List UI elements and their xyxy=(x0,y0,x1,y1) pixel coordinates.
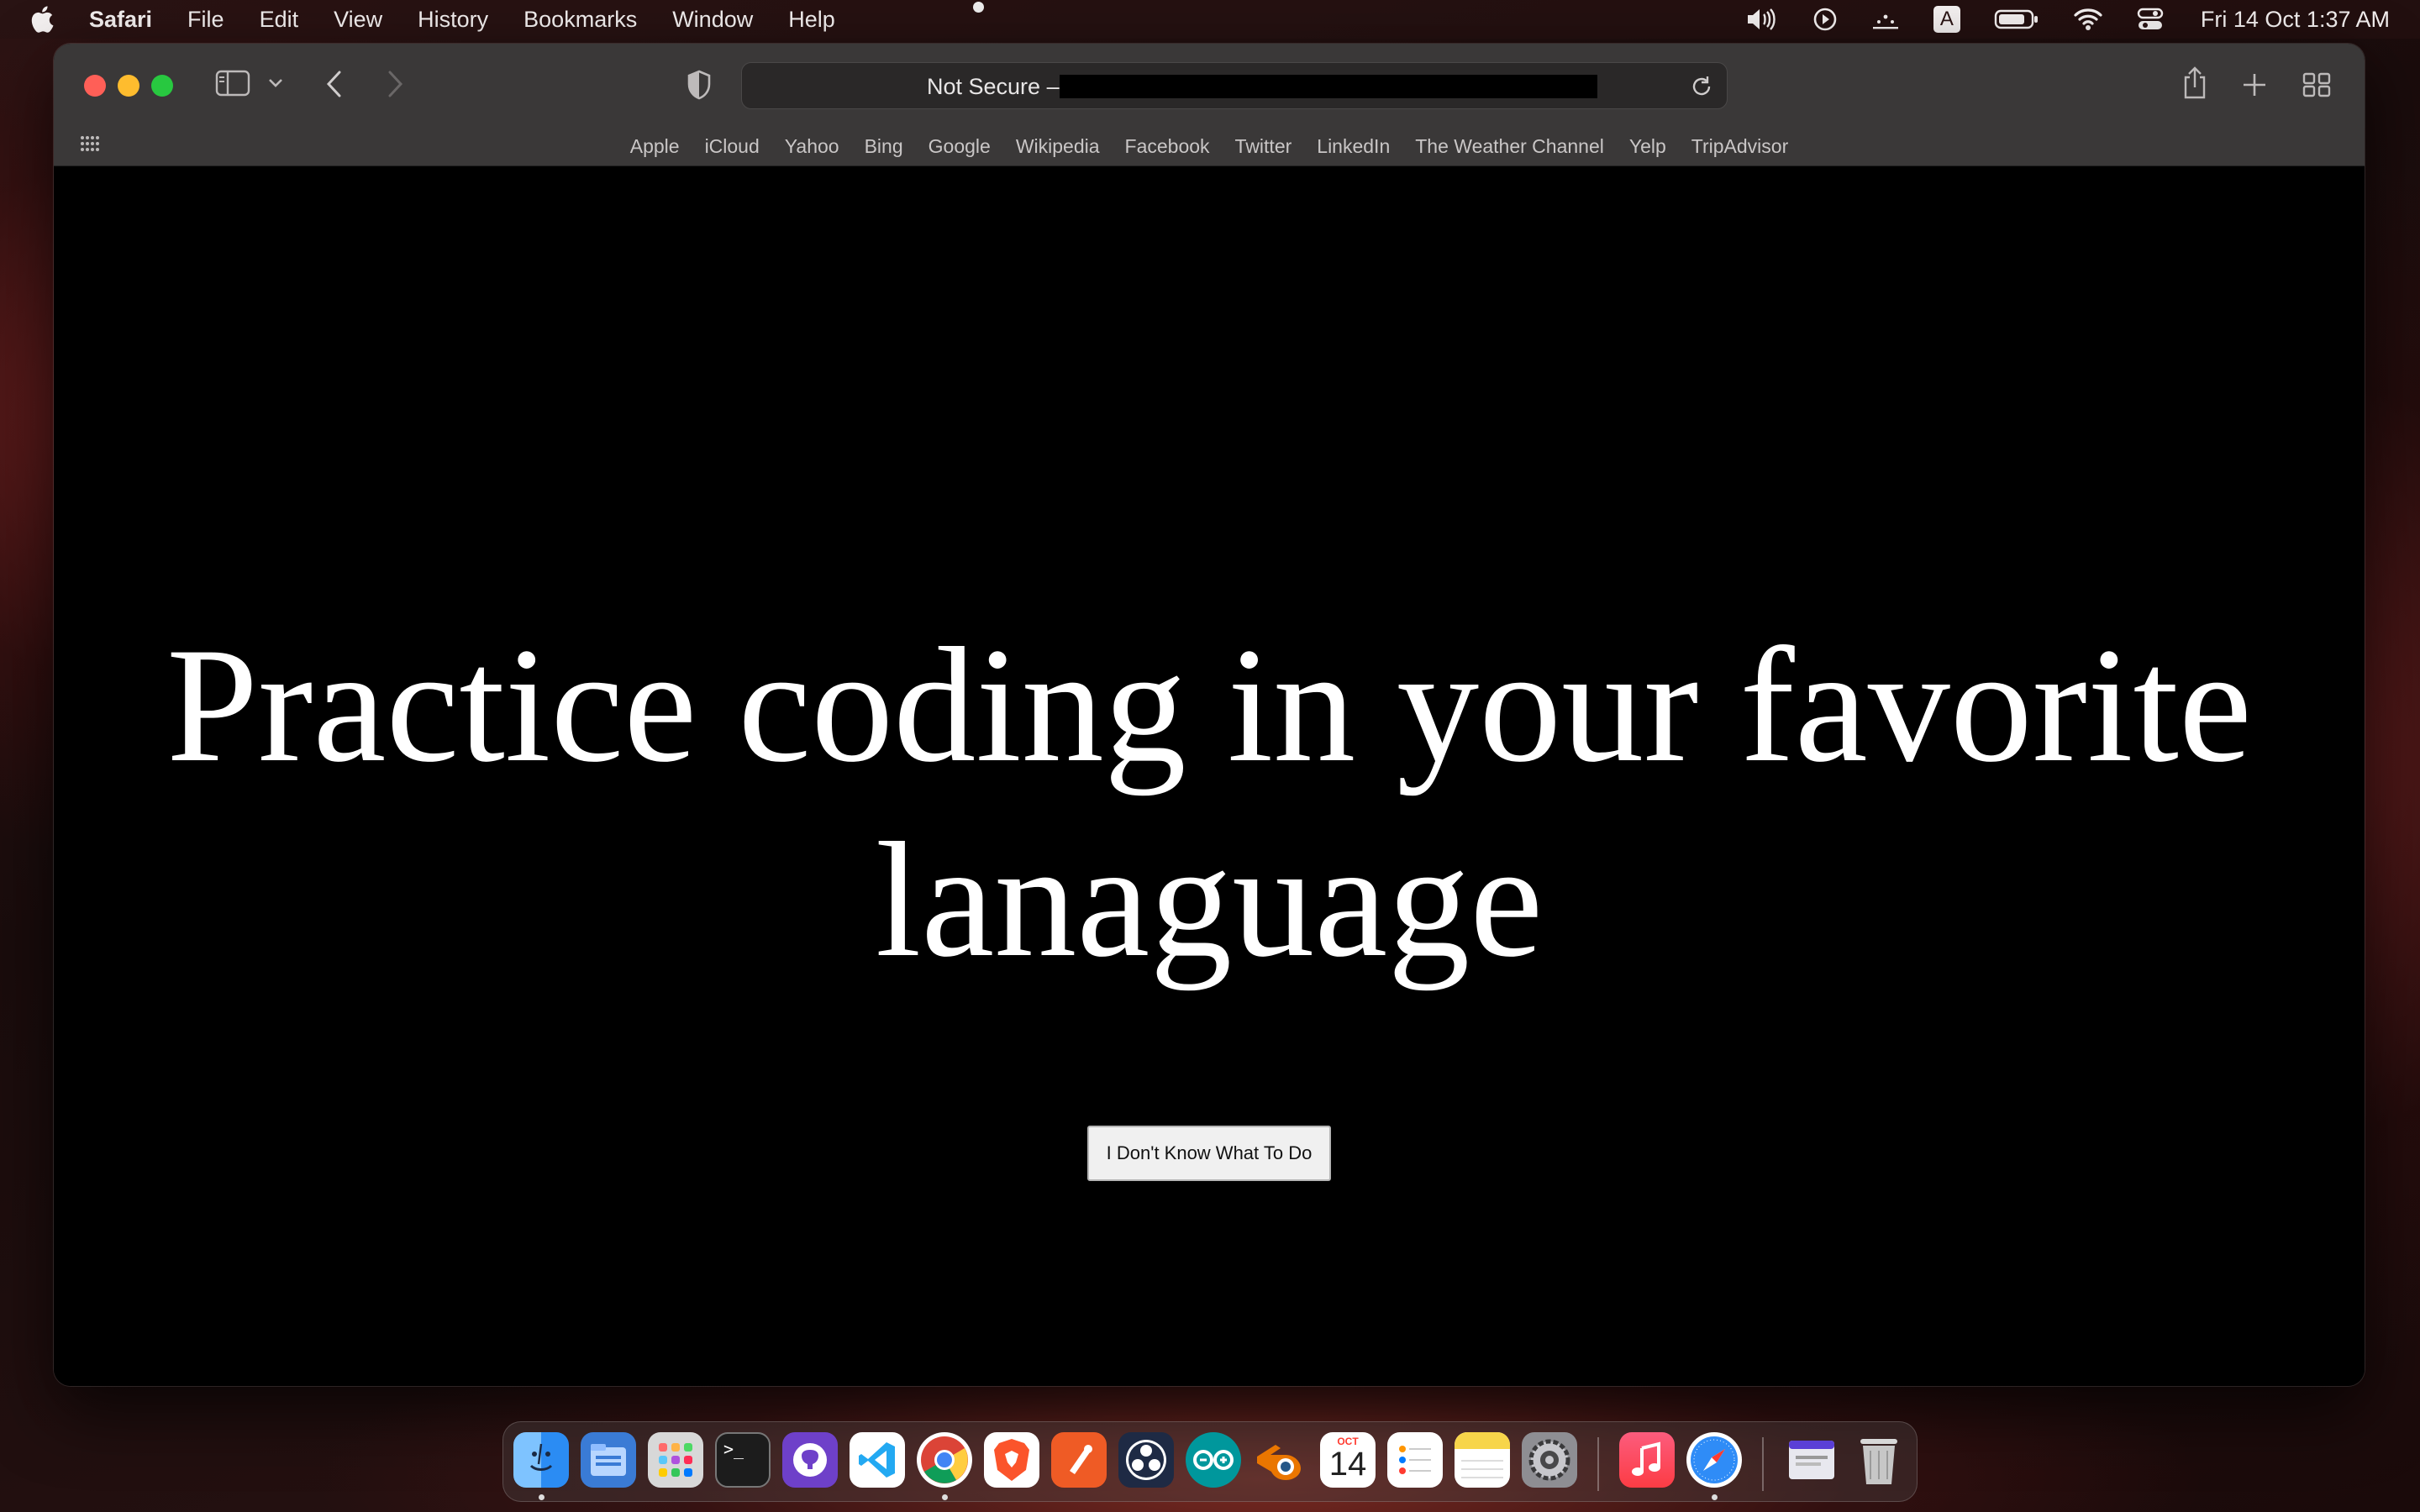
system-preferences-icon[interactable] xyxy=(1522,1432,1577,1488)
music-icon[interactable] xyxy=(1619,1432,1675,1488)
favorite-linkedin[interactable]: LinkedIn xyxy=(1317,135,1390,158)
menu-safari[interactable]: Safari xyxy=(89,7,152,33)
arduino-icon[interactable] xyxy=(1186,1432,1241,1488)
control-center-icon[interactable] xyxy=(2137,7,2164,32)
vscode-icon[interactable] xyxy=(850,1432,905,1488)
now-playing-icon[interactable] xyxy=(1812,7,1838,32)
safari-window: Not Secure – Apple iCloud Yahoo Bing Goo… xyxy=(54,44,2365,1386)
menu-history[interactable]: History xyxy=(418,7,488,33)
favorite-google[interactable]: Google xyxy=(929,135,991,158)
tab-overview-icon[interactable] xyxy=(2302,72,2331,97)
favorite-apple[interactable]: Apple xyxy=(630,135,680,158)
new-tab-icon[interactable] xyxy=(2242,72,2267,97)
blender-icon[interactable] xyxy=(1253,1432,1308,1488)
web-page-content: Practice coding in your favorite lanagua… xyxy=(54,167,2365,1386)
favorite-yelp[interactable]: Yelp xyxy=(1629,135,1666,158)
obs-icon[interactable] xyxy=(1118,1432,1174,1488)
privacy-shield-icon[interactable] xyxy=(686,69,713,101)
volume-icon[interactable] xyxy=(1745,7,1779,32)
share-icon[interactable] xyxy=(2181,66,2208,101)
stage-manager-icon[interactable] xyxy=(1871,7,1900,32)
close-window-button[interactable] xyxy=(84,75,106,97)
redacted-url xyxy=(1060,75,1597,98)
apple-menu-icon[interactable] xyxy=(30,3,59,35)
safari-icon[interactable] xyxy=(1686,1432,1742,1488)
running-indicator xyxy=(942,1494,948,1500)
favorite-yahoo[interactable]: Yahoo xyxy=(785,135,839,158)
menu-file[interactable]: File xyxy=(187,7,224,33)
running-indicator xyxy=(539,1494,544,1500)
chevron-down-icon[interactable] xyxy=(267,77,284,89)
browser-toolbar: Not Secure – Apple iCloud Yahoo Bing Goo… xyxy=(54,44,2365,166)
favorite-bing[interactable]: Bing xyxy=(865,135,903,158)
headline-line-2: lanaguage xyxy=(875,809,1544,991)
menu-view[interactable]: View xyxy=(334,7,382,33)
reload-icon[interactable] xyxy=(1690,75,1713,98)
notes-icon[interactable] xyxy=(1455,1432,1510,1488)
sidebar-toggle-icon[interactable] xyxy=(215,69,250,97)
menu-help[interactable]: Help xyxy=(788,7,835,33)
postman-icon[interactable] xyxy=(1051,1432,1107,1488)
dont-know-what-to-do-button[interactable]: I Don't Know What To Do xyxy=(1087,1126,1331,1181)
favorite-icloud[interactable]: iCloud xyxy=(705,135,760,158)
address-bar[interactable]: Not Secure – xyxy=(741,62,1728,109)
minimize-window-button[interactable] xyxy=(118,75,139,97)
favorite-facebook[interactable]: Facebook xyxy=(1125,135,1210,158)
running-indicator xyxy=(1712,1494,1718,1500)
favorites-bar: Apple iCloud Yahoo Bing Google Wikipedia… xyxy=(54,128,2365,165)
address-text: Not Secure – xyxy=(927,74,1060,99)
camera-indicator xyxy=(973,2,984,13)
favorite-wikipedia[interactable]: Wikipedia xyxy=(1016,135,1100,158)
forward-button[interactable] xyxy=(385,69,405,99)
finder-icon[interactable] xyxy=(513,1432,569,1488)
headline-line-1: Practice coding in your favorite xyxy=(166,614,2252,796)
menu-bookmarks[interactable]: Bookmarks xyxy=(523,7,637,33)
favorite-tripadvisor[interactable]: TripAdvisor xyxy=(1691,135,1788,158)
downloads-stack-icon[interactable] xyxy=(1784,1432,1839,1488)
battery-icon[interactable] xyxy=(1994,8,2039,31)
github-desktop-icon[interactable] xyxy=(782,1432,838,1488)
page-headline: Practice coding in your favorite lanagua… xyxy=(54,608,2365,998)
input-source-icon[interactable]: A xyxy=(1933,6,1960,33)
menubar-clock[interactable]: Fri 14 Oct 1:37 AM xyxy=(2201,7,2390,33)
back-button[interactable] xyxy=(324,69,345,99)
launchpad-icon[interactable] xyxy=(648,1432,703,1488)
input-source-label: A xyxy=(1933,6,1960,33)
favorite-twitter[interactable]: Twitter xyxy=(1235,135,1292,158)
chrome-icon[interactable] xyxy=(917,1432,972,1488)
dock-separator xyxy=(1597,1437,1599,1491)
brave-icon[interactable] xyxy=(984,1432,1039,1488)
favorite-weather-channel[interactable]: The Weather Channel xyxy=(1415,135,1604,158)
trash-icon[interactable] xyxy=(1851,1432,1907,1488)
dock-separator xyxy=(1762,1437,1764,1491)
calendar-icon[interactable]: OCT 14 xyxy=(1320,1432,1376,1488)
reminders-icon[interactable] xyxy=(1387,1432,1443,1488)
menu-bar: Safari File Edit View History Bookmarks … xyxy=(0,0,2420,39)
calendar-day: 14 xyxy=(1328,1446,1367,1483)
dock: >_ OCT 14 xyxy=(502,1421,1918,1502)
terminal-icon[interactable]: >_ xyxy=(715,1432,771,1488)
menu-edit[interactable]: Edit xyxy=(260,7,299,33)
zoom-window-button[interactable] xyxy=(151,75,173,97)
menu-window[interactable]: Window xyxy=(672,7,753,33)
files-icon[interactable] xyxy=(581,1432,636,1488)
wifi-icon[interactable] xyxy=(2073,7,2103,32)
